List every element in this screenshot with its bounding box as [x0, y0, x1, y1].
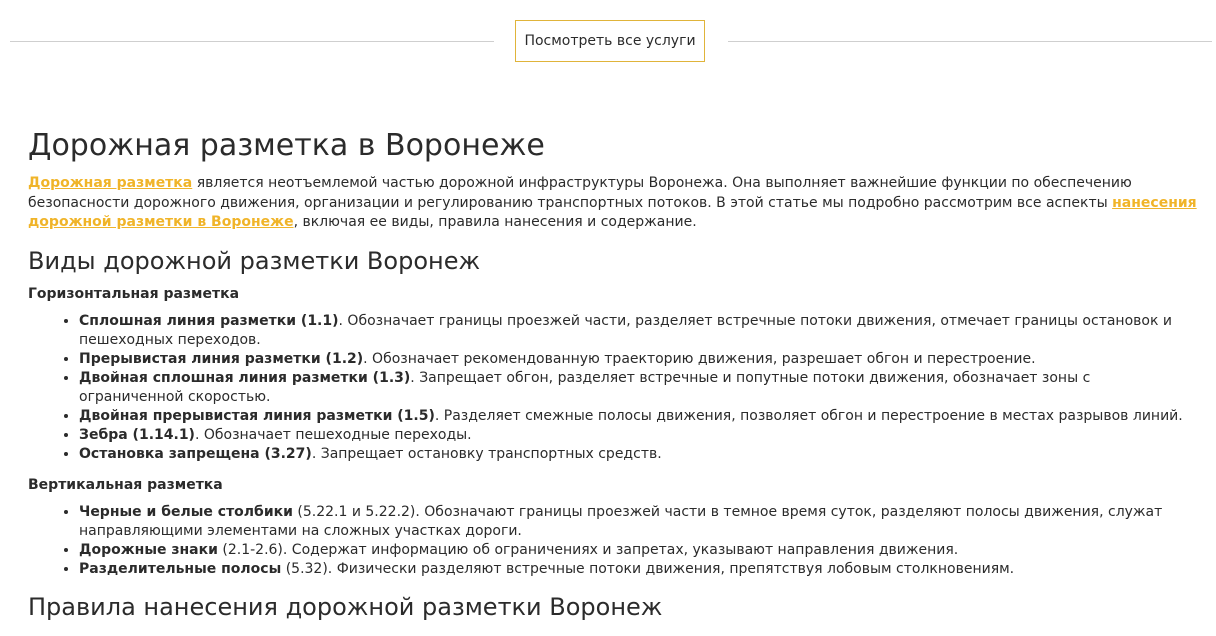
- view-all-services-button[interactable]: Посмотреть все услуги: [515, 20, 705, 62]
- list-item-desc: . Обозначает рекомендованную траекторию …: [363, 350, 1036, 367]
- intro-text-1: является неотъемлемой частью дорожной ин…: [28, 175, 1132, 211]
- vertical-marking-list: Черные и белые столбики (5.22.1 и 5.22.2…: [28, 503, 1198, 579]
- horizontal-marking-list: Сплошная линия разметки (1.1) . Обозначае…: [28, 312, 1198, 464]
- vertical-marking-heading: Вертикальная разметка: [28, 476, 223, 493]
- page-title: Дорожная разметка в Воронеже: [28, 128, 545, 163]
- top-bar: Посмотреть все услуги: [0, 0, 1216, 84]
- list-item-term: Прерывистая линия разметки (1.2): [79, 350, 364, 367]
- list-item: Двойная прерывистая линия разметки (1.5)…: [79, 407, 1198, 426]
- list-item: Разделительные полосы (5.32). Физически …: [79, 560, 1198, 579]
- horizontal-marking-heading: Горизонтальная разметка: [28, 285, 240, 302]
- list-item: Черные и белые столбики (5.22.1 и 5.22.2…: [79, 503, 1198, 541]
- list-item-term: Зебра (1.14.1): [79, 426, 195, 443]
- divider-right: [728, 41, 1212, 42]
- list-item-term: Дорожные знаки: [79, 541, 218, 558]
- list-item: Сплошная линия разметки (1.1). Обозначае…: [79, 312, 1198, 350]
- road-marking-link[interactable]: Дорожная разметка: [28, 175, 192, 191]
- intro-paragraph: Дорожная разметка является неотъемлемой …: [28, 174, 1198, 233]
- list-item-term: Двойная прерывистая линия разметки (1.5): [79, 407, 435, 424]
- list-item-term: Разделительные полосы: [79, 560, 282, 577]
- list-item-term: Остановка запрещена (3.27): [79, 445, 312, 462]
- list-item: Прерывистая линия разметки (1.2). Обозна…: [79, 350, 1198, 369]
- article-content: Дорожная разметка в Воронеже Дорожная ра…: [28, 126, 1198, 631]
- list-item-term: Сплошная линия разметки (1.1): [79, 312, 339, 329]
- section-title-types: Виды дорожной разметки Воронеж: [28, 246, 481, 275]
- list-item: Дорожные знаки (2.1-2.6). Содержат инфор…: [79, 541, 1198, 560]
- list-item-desc: (5.32). Физически разделяют встречные по…: [281, 560, 1015, 577]
- list-item: Зебра (1.14.1). Обозначает пешеходные пе…: [79, 426, 1198, 445]
- divider-left: [10, 41, 494, 42]
- list-item-desc: . Разделяет смежные полосы движения, поз…: [434, 407, 1183, 424]
- list-item-desc: . Запрещает остановку транспортных средс…: [311, 445, 662, 462]
- list-item-term: Двойная сплошная линия разметки (1.3): [79, 369, 411, 386]
- list-item-term: Черные и белые столбики: [79, 503, 293, 520]
- list-item: Остановка запрещена (3.27). Запрещает ос…: [79, 445, 1198, 464]
- intro-text-2: , включая ее виды, правила нанесения и с…: [293, 214, 697, 230]
- section-title-rules: Правила нанесения дорожной разметки Воро…: [28, 592, 663, 621]
- list-item: Двойная сплошная линия разметки (1.3). З…: [79, 369, 1198, 407]
- list-item-desc: . Обозначает пешеходные переходы.: [194, 426, 472, 443]
- list-item-desc: (2.1-2.6). Содержат информацию об ограни…: [217, 541, 959, 558]
